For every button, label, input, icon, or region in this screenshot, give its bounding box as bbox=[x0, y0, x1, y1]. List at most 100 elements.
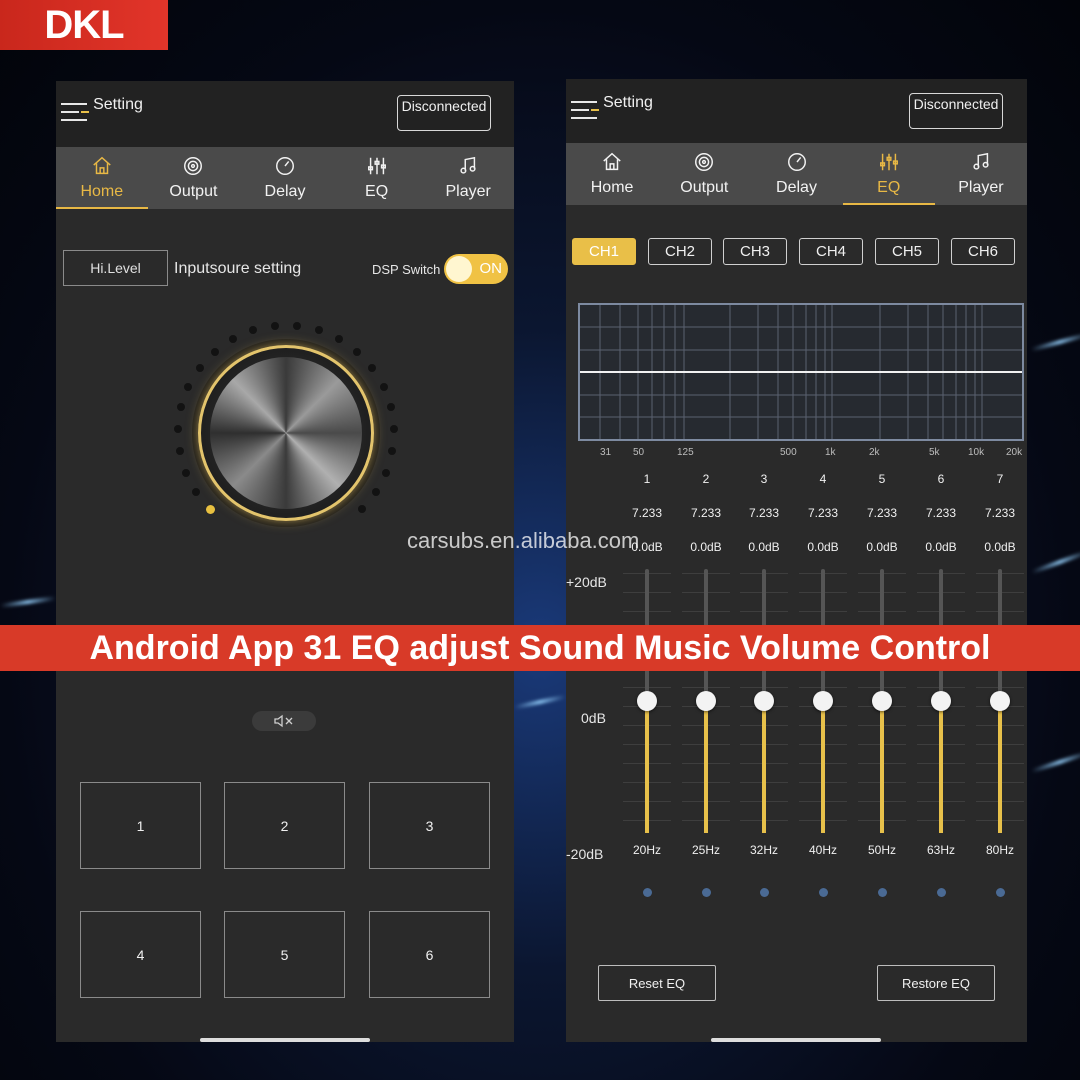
band-number: 5 bbox=[878, 472, 886, 486]
db-label-mid: 0dB bbox=[581, 710, 606, 726]
menu-icon[interactable] bbox=[61, 103, 89, 121]
volume-tick-dot bbox=[368, 363, 377, 372]
home-indicator bbox=[200, 1038, 370, 1042]
background-light-streak bbox=[1030, 332, 1080, 352]
freq-tick-label: 50 bbox=[633, 447, 645, 458]
band-slider-knob[interactable] bbox=[990, 691, 1010, 711]
reset-eq-button[interactable]: Reset EQ bbox=[598, 965, 716, 1001]
tab-eq[interactable]: EQ bbox=[331, 147, 423, 209]
channel-button-ch3[interactable]: CH3 bbox=[723, 238, 787, 265]
clock-icon bbox=[276, 157, 294, 175]
band-number: 6 bbox=[937, 472, 945, 486]
band-number: 2 bbox=[702, 472, 710, 486]
band-gain-value: 0.0dB bbox=[866, 540, 898, 554]
band-link-indicator[interactable] bbox=[760, 888, 769, 897]
dsp-switch-toggle[interactable]: ON bbox=[444, 254, 508, 284]
tab-eq[interactable]: EQ bbox=[842, 143, 936, 205]
tab-player[interactable]: Player bbox=[422, 147, 514, 209]
background-light-streak bbox=[1031, 549, 1080, 575]
band-slider-knob[interactable] bbox=[872, 691, 892, 711]
tab-delay[interactable]: Delay bbox=[750, 143, 842, 205]
volume-tick-dot bbox=[211, 347, 220, 356]
tab-label: Output bbox=[680, 179, 729, 196]
freq-tick-label: 1k bbox=[825, 447, 836, 458]
volume-knob[interactable] bbox=[196, 343, 376, 523]
preset-button-1[interactable]: 1 bbox=[80, 782, 201, 869]
volume-tick-dot bbox=[249, 326, 258, 335]
band-slider-fill bbox=[880, 701, 884, 833]
tab-home[interactable]: Home bbox=[566, 143, 658, 205]
tab-player[interactable]: Player bbox=[935, 143, 1027, 205]
band-link-indicator[interactable] bbox=[996, 888, 1005, 897]
disconnected-button[interactable]: Disconnected bbox=[909, 93, 1003, 129]
freq-tick-label: 31 bbox=[600, 447, 612, 458]
band-link-indicator[interactable] bbox=[643, 888, 652, 897]
band-q-value: 7.233 bbox=[866, 506, 898, 520]
disconnected-button[interactable]: Disconnected bbox=[397, 95, 491, 131]
tab-label: Player bbox=[958, 179, 1004, 196]
band-frequency: 20Hz bbox=[632, 843, 661, 857]
logo-text: DKL bbox=[44, 2, 124, 47]
tab-label: EQ bbox=[365, 183, 389, 200]
channel-button-ch2[interactable]: CH2 bbox=[648, 238, 712, 265]
band-gain-value: 0.0dB bbox=[925, 540, 957, 554]
preset-button-2[interactable]: 2 bbox=[224, 782, 345, 869]
preset-button-4[interactable]: 4 bbox=[80, 911, 201, 998]
tab-label: Output bbox=[169, 183, 218, 200]
band-slider-knob[interactable] bbox=[813, 691, 833, 711]
band-slider-knob[interactable] bbox=[637, 691, 657, 711]
volume-tick-dot bbox=[382, 468, 391, 477]
volume-tick-dot bbox=[379, 382, 388, 391]
input-level-button[interactable]: Hi.Level bbox=[63, 250, 168, 286]
eq-response-graph bbox=[578, 303, 1024, 441]
volume-tick-dot bbox=[181, 468, 190, 477]
band-slider-fill bbox=[939, 701, 943, 833]
band-link-indicator[interactable] bbox=[702, 888, 711, 897]
mute-button[interactable] bbox=[252, 711, 316, 731]
band-slider-knob[interactable] bbox=[754, 691, 774, 711]
freq-tick-label: 5k bbox=[929, 447, 940, 458]
tab-output[interactable]: Output bbox=[148, 147, 240, 209]
band-number: 7 bbox=[996, 472, 1004, 486]
band-frequency: 50Hz bbox=[867, 843, 896, 857]
preset-button-5[interactable]: 5 bbox=[224, 911, 345, 998]
channel-button-ch1[interactable]: CH1 bbox=[572, 238, 636, 265]
volume-tick-dot bbox=[388, 447, 397, 456]
menu-icon[interactable] bbox=[571, 101, 599, 119]
banner-text: Android App 31 EQ adjust Sound Music Vol… bbox=[89, 628, 991, 667]
channel-button-ch5[interactable]: CH5 bbox=[875, 238, 939, 265]
freq-tick-label: 125 bbox=[677, 447, 694, 458]
mute-speaker-icon bbox=[274, 714, 293, 728]
band-number: 3 bbox=[760, 472, 768, 486]
band-q-value: 7.233 bbox=[807, 506, 839, 520]
background-light-streak bbox=[514, 694, 566, 710]
dkl-logo: DKL bbox=[0, 0, 168, 50]
tab-delay[interactable]: Delay bbox=[239, 147, 331, 209]
tab-home[interactable]: Home bbox=[56, 147, 148, 209]
home-icon bbox=[93, 156, 111, 175]
band-link-indicator[interactable] bbox=[937, 888, 946, 897]
freq-tick-label: 500 bbox=[780, 447, 797, 458]
restore-eq-button[interactable]: Restore EQ bbox=[877, 965, 995, 1001]
band-q-value: 7.233 bbox=[925, 506, 957, 520]
band-link-indicator[interactable] bbox=[878, 888, 887, 897]
volume-tick-dot bbox=[229, 334, 238, 343]
preset-button-3[interactable]: 3 bbox=[369, 782, 490, 869]
db-label-top: +20dB bbox=[566, 574, 607, 590]
band-slider-knob[interactable] bbox=[696, 691, 716, 711]
channel-button-ch6[interactable]: CH6 bbox=[951, 238, 1015, 265]
volume-tick-dot bbox=[184, 382, 193, 391]
volume-tick-dot bbox=[389, 425, 398, 434]
channel-button-ch4[interactable]: CH4 bbox=[799, 238, 863, 265]
tab-label: Player bbox=[445, 183, 491, 200]
home-icon bbox=[603, 152, 621, 171]
freq-tick-label: 2k bbox=[869, 447, 880, 458]
band-slider-fill bbox=[762, 701, 766, 833]
preset-button-6[interactable]: 6 bbox=[369, 911, 490, 998]
volume-tick-dot bbox=[386, 403, 395, 412]
band-link-indicator[interactable] bbox=[819, 888, 828, 897]
tab-output[interactable]: Output bbox=[658, 143, 750, 205]
background-light-streak bbox=[0, 596, 57, 608]
band-slider-knob[interactable] bbox=[931, 691, 951, 711]
band-gain-value: 0.0dB bbox=[748, 540, 780, 554]
